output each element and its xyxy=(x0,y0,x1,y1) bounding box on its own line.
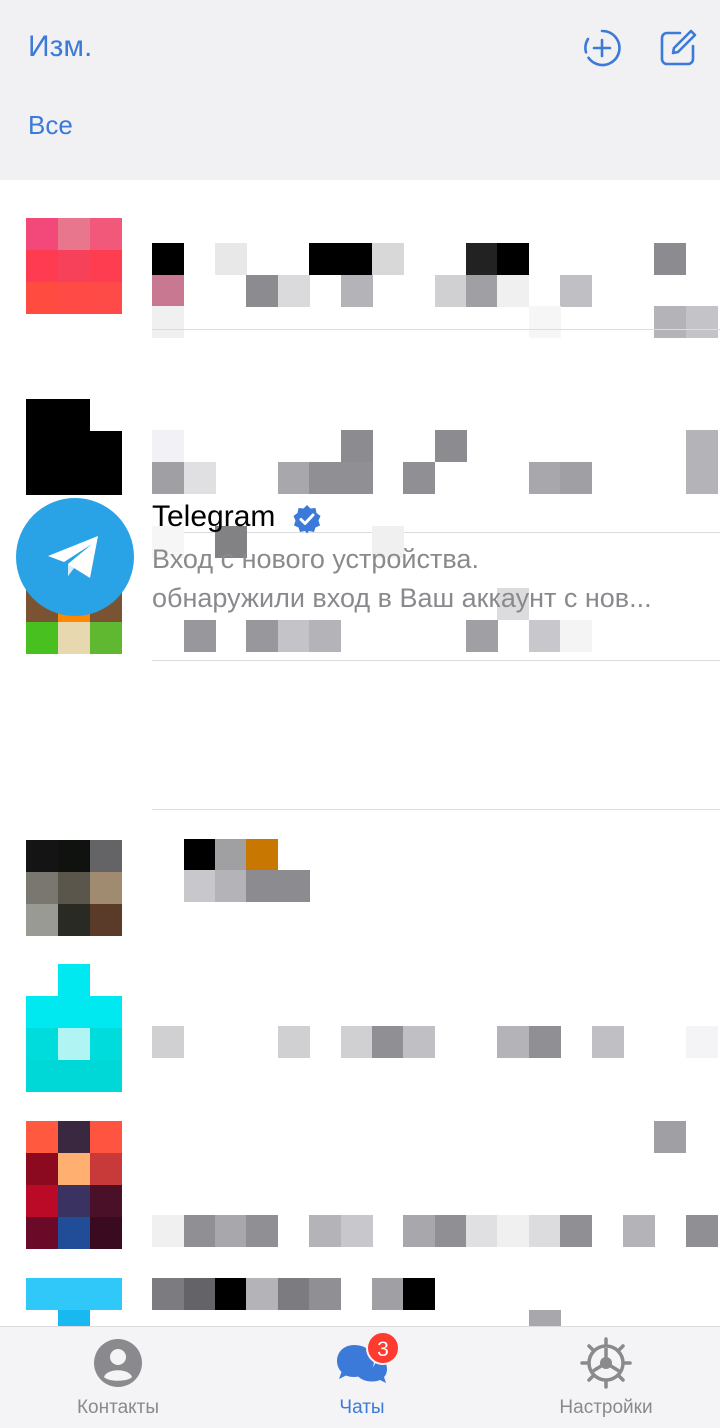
gear-icon xyxy=(580,1337,632,1389)
chat-row-redacted[interactable] xyxy=(0,1115,720,1265)
avatar xyxy=(26,964,122,1092)
avatar xyxy=(26,1121,122,1249)
avatar xyxy=(26,1278,122,1326)
avatar xyxy=(26,399,122,495)
tab-label: Контакты xyxy=(76,1397,160,1418)
new-story-icon[interactable] xyxy=(582,28,622,68)
chat-row-redacted[interactable] xyxy=(0,1270,720,1326)
chat-row-redacted[interactable] xyxy=(0,820,720,970)
chat-title: Telegram xyxy=(152,500,276,533)
avatar xyxy=(26,840,122,936)
chat-row-redacted[interactable] xyxy=(0,180,720,338)
unread-badge: 3 xyxy=(366,1331,400,1365)
tab-chats[interactable]: 3 Чаты xyxy=(282,1327,442,1428)
row-divider xyxy=(152,809,720,810)
message-preview-line1: Вход с нового устройства. xyxy=(152,544,479,574)
tab-contacts[interactable]: Контакты xyxy=(38,1327,198,1428)
tab-label: Настройки xyxy=(559,1397,653,1418)
filter-tab-all[interactable]: Все xyxy=(28,110,73,141)
avatar xyxy=(26,218,122,314)
edit-button[interactable]: Изм. xyxy=(28,30,92,64)
message-preview-line2: обнаружили вход в Ваш аккаунт с нов... xyxy=(152,583,652,613)
tab-label: Чаты xyxy=(339,1397,385,1418)
telegram-avatar xyxy=(16,498,134,616)
contacts-icon xyxy=(92,1337,144,1389)
telegram-logo-icon xyxy=(48,536,98,578)
tab-bar: Контакты 3 Чаты Настройки xyxy=(0,1326,720,1428)
verified-badge-icon xyxy=(292,504,322,534)
compose-icon[interactable] xyxy=(658,28,698,68)
tab-settings[interactable]: Настройки xyxy=(526,1327,686,1428)
chat-list xyxy=(0,180,720,1326)
top-bar: Изм. Все xyxy=(0,0,720,180)
row-divider xyxy=(152,660,720,661)
row-divider xyxy=(152,329,720,330)
chat-row-redacted[interactable] xyxy=(0,960,720,1110)
chat-row-redacted[interactable] xyxy=(0,365,720,533)
